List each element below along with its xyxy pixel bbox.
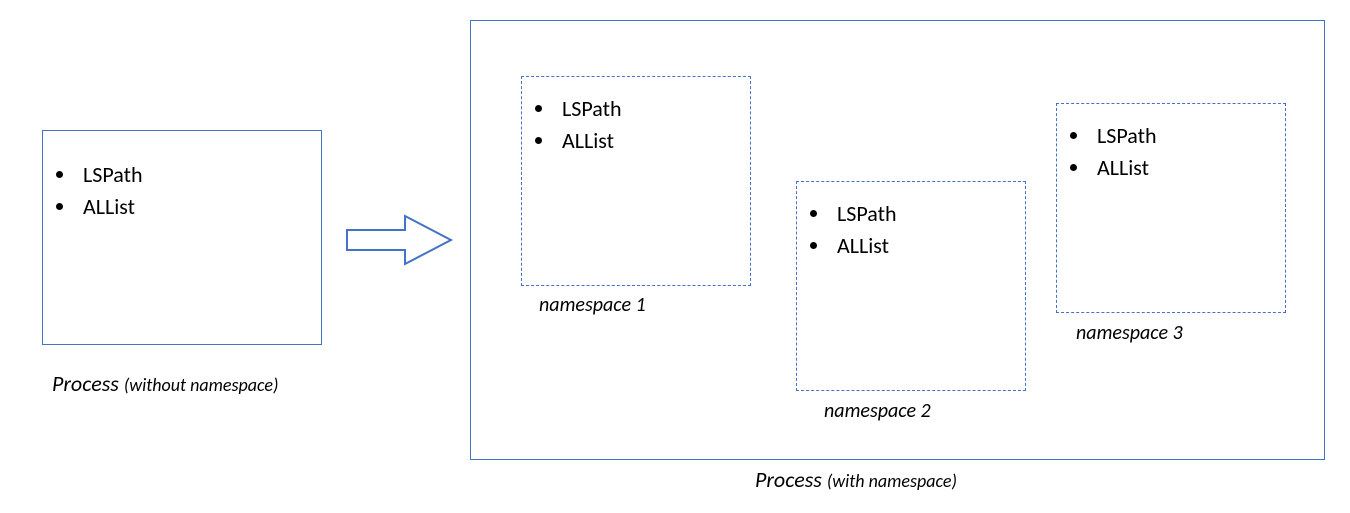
namespace-2-box: LSPath ALList bbox=[796, 181, 1026, 391]
namespace-1-caption: namespace 1 bbox=[539, 293, 646, 317]
list-item: ALList bbox=[77, 191, 321, 223]
list-item: ALList bbox=[1091, 152, 1285, 184]
right-process-caption: Process (with namespace) bbox=[755, 466, 957, 493]
list-item: ALList bbox=[831, 230, 1025, 262]
caption-subtext: (without namespace) bbox=[124, 374, 279, 396]
process-without-namespace-box: LSPath ALList bbox=[42, 130, 322, 345]
process-with-namespace-box: LSPath ALList namespace 1 LSPath ALList … bbox=[470, 20, 1325, 460]
namespace-1-box: LSPath ALList bbox=[521, 76, 751, 286]
namespace-3-list: LSPath ALList bbox=[1057, 120, 1285, 184]
namespace-3-caption: namespace 3 bbox=[1076, 321, 1183, 345]
caption-subtext: (with namespace) bbox=[827, 470, 957, 492]
diagram-canvas: LSPath ALList Process (without namespace… bbox=[0, 0, 1350, 513]
list-item: ALList bbox=[556, 125, 750, 157]
namespace-2-list: LSPath ALList bbox=[797, 198, 1025, 262]
list-item: LSPath bbox=[77, 159, 321, 191]
list-item: LSPath bbox=[831, 198, 1025, 230]
namespace-1-list: LSPath ALList bbox=[522, 93, 750, 157]
list-item: LSPath bbox=[1091, 120, 1285, 152]
namespace-3-box: LSPath ALList bbox=[1056, 103, 1286, 313]
namespace-2-caption: namespace 2 bbox=[824, 399, 931, 423]
caption-text: Process bbox=[52, 370, 124, 397]
arrow-icon bbox=[345, 212, 455, 268]
left-process-caption: Process (without namespace) bbox=[52, 370, 278, 397]
list-item: LSPath bbox=[556, 93, 750, 125]
caption-text: Process bbox=[755, 466, 827, 493]
left-box-list: LSPath ALList bbox=[43, 159, 321, 223]
